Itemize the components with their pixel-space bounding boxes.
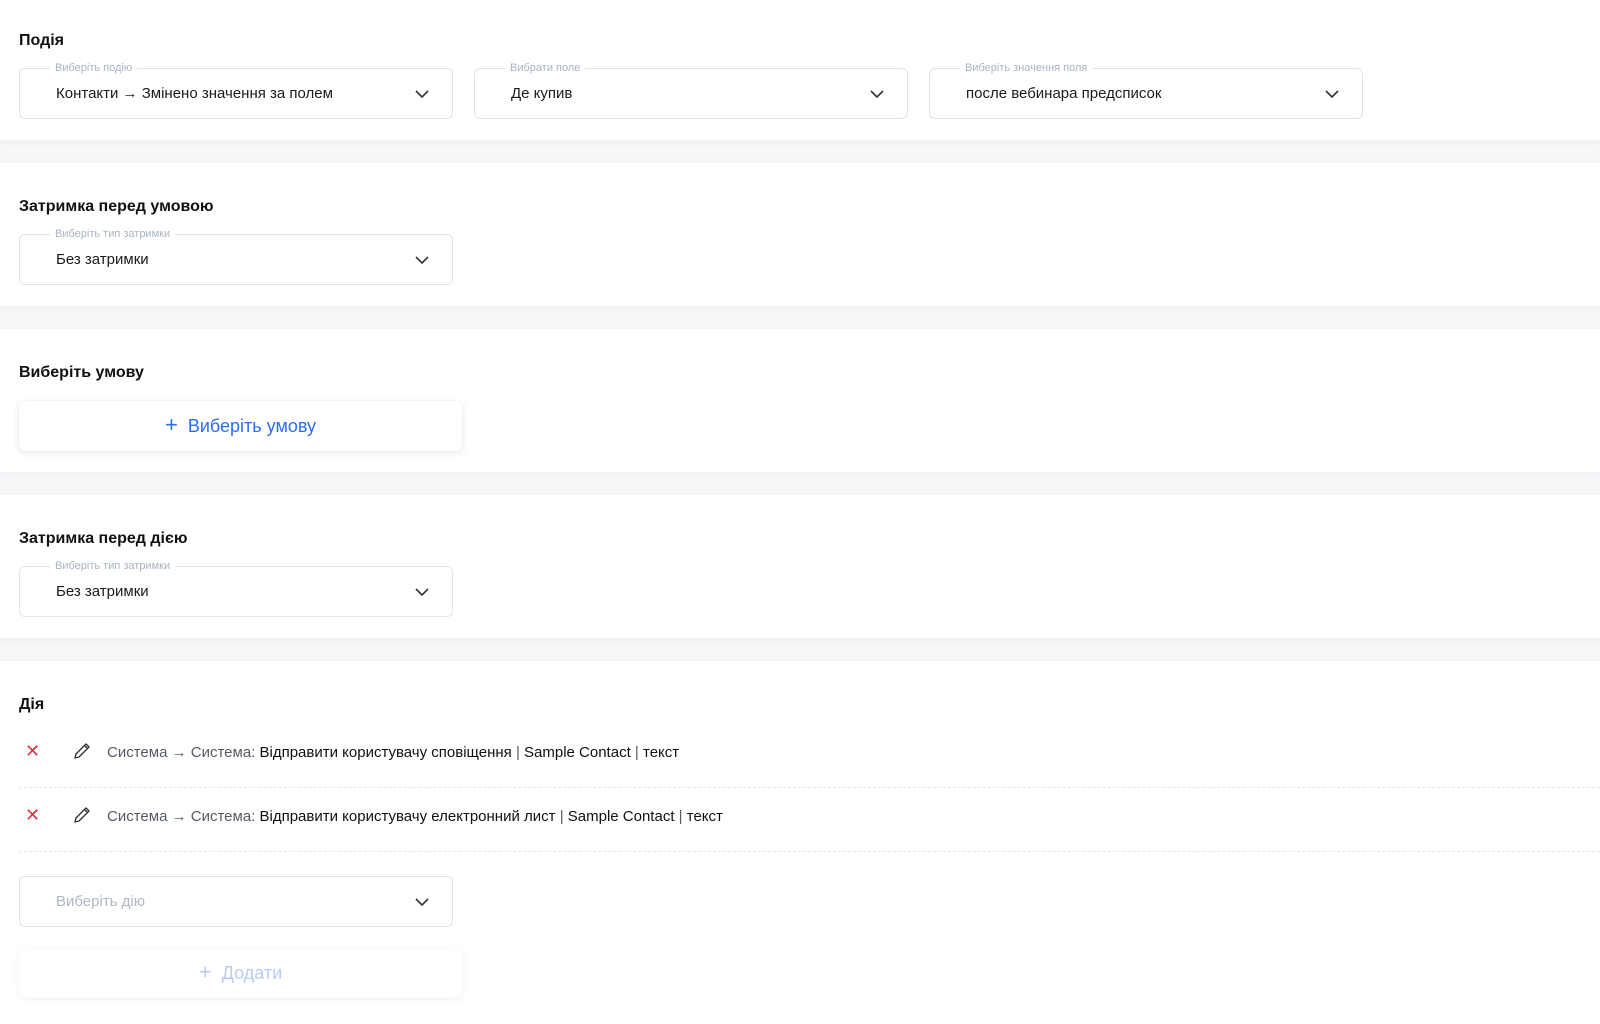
action-item-text: Система → Система: Відправити користувач… (107, 808, 723, 825)
event-select-label: Виберіть подію (50, 61, 138, 75)
condition-card: Виберіть умову + Виберіть умову (0, 329, 1600, 472)
action-item: ✕ Система → Система: Відправити користув… (19, 787, 1600, 852)
field-select-label: Вибрати поле (505, 61, 586, 75)
field-value-select-value: после вебинара предсписок (966, 85, 1162, 102)
event-select-value: Контакти → Змінено значення за полем (56, 85, 333, 102)
select-action-placeholder: Виберіть дію (56, 893, 146, 910)
delay-type-value: Без затримки (56, 251, 149, 268)
plus-icon: + (198, 959, 212, 984)
delay-before-condition-card: Затримка перед умовою Виберіть тип затри… (0, 163, 1600, 306)
select-action-dropdown[interactable]: Виберіть дію (19, 876, 453, 927)
chevron-down-icon (415, 588, 429, 597)
chevron-down-icon (415, 90, 429, 99)
delay-before-action-card: Затримка перед дією Виберіть тип затримк… (0, 495, 1600, 638)
action-item: ✕ Система → Система: Відправити користув… (19, 723, 1600, 788)
select-condition-label: Виберіть умову (187, 415, 317, 436)
action-card: Дія ✕ Система → Система: Відправити кори… (0, 661, 1600, 1024)
pencil-icon[interactable] (72, 805, 92, 825)
field-select[interactable]: Вибрати поле Де купив (474, 61, 908, 119)
delete-icon[interactable]: ✕ (25, 805, 40, 826)
delay-type-label: Виберіть тип затримки (50, 559, 176, 573)
event-card: Подія Виберіть подію Контакти → Змінено … (0, 0, 1600, 140)
chevron-down-icon (1325, 90, 1339, 99)
delay-type-value: Без затримки (56, 583, 149, 600)
action-title: Дія (19, 696, 45, 713)
add-action-label: Додати (221, 962, 283, 983)
field-value-select-label: Виберіть значення поля (960, 61, 1093, 75)
event-title: Подія (19, 32, 64, 49)
delay-before-action-title: Затримка перед дією (19, 530, 188, 547)
chevron-down-icon (415, 898, 429, 907)
pencil-icon[interactable] (72, 741, 92, 761)
event-select[interactable]: Виберіть подію Контакти → Змінено значен… (19, 61, 453, 119)
field-value-select[interactable]: Виберіть значення поля после вебинара пр… (929, 61, 1363, 119)
field-select-value: Де купив (511, 85, 573, 102)
select-condition-button[interactable]: + Виберіть умову (19, 401, 462, 451)
delay-before-action-select[interactable]: Виберіть тип затримки Без затримки (19, 559, 453, 617)
delay-before-condition-select[interactable]: Виберіть тип затримки Без затримки (19, 227, 453, 285)
delay-type-label: Виберіть тип затримки (50, 227, 176, 241)
condition-title: Виберіть умову (19, 364, 144, 381)
chevron-down-icon (870, 90, 884, 99)
add-action-button[interactable]: + Додати (19, 949, 462, 997)
chevron-down-icon (415, 256, 429, 265)
delete-icon[interactable]: ✕ (25, 741, 40, 762)
action-item-text: Система → Система: Відправити користувач… (107, 744, 680, 761)
delay-before-condition-title: Затримка перед умовою (19, 198, 214, 215)
plus-icon: + (164, 412, 178, 437)
